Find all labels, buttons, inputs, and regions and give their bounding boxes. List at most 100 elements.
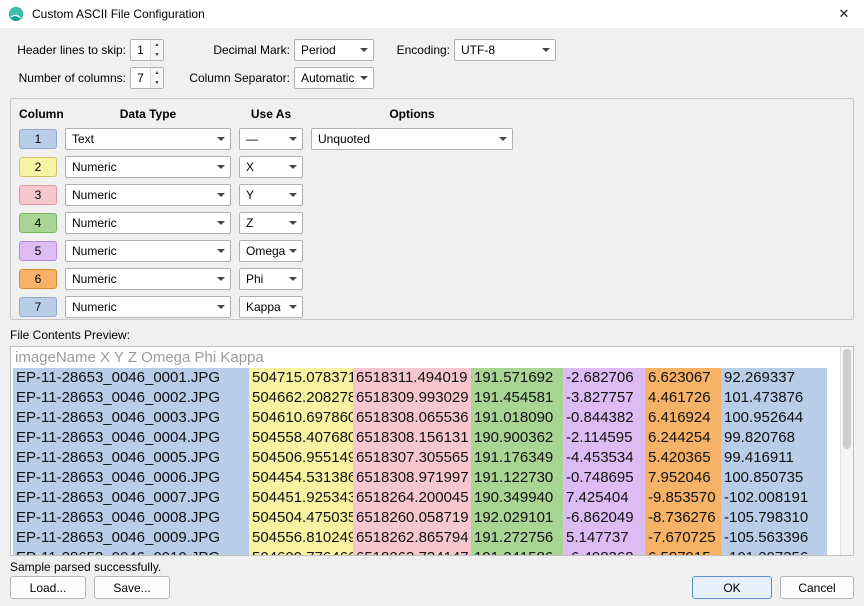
data-type-value: Numeric [72,244,117,258]
data-type-dropdown[interactable]: Numeric [65,296,231,318]
chevron-down-icon [542,48,550,52]
preview-cell: EP-11-28653_0046_0002.JPG [13,388,249,408]
preview-cell: EP-11-28653_0046_0006.JPG [13,468,249,488]
preview-cell: EP-11-28653_0046_0007.JPG [13,488,249,508]
data-type-value: Numeric [72,188,117,202]
spinner-arrows: ▲ ▼ [150,68,163,88]
use-as-value: X [246,160,254,174]
use-as-dropdown[interactable]: Y [239,184,303,206]
use-as-dropdown[interactable]: Phi [239,268,303,290]
preview-cell: -9.853570 [645,488,721,508]
preview-cell: 191.454581 [471,388,563,408]
load-button[interactable]: Load... [10,576,86,599]
options-dropdown[interactable]: Unquoted [311,128,513,150]
preview-cell: 6518308.971997 [353,468,471,488]
use-as-dropdown[interactable]: X [239,156,303,178]
spin-down-icon[interactable]: ▼ [151,78,163,88]
preview-cell: 6518311.494019 [353,368,471,388]
chevron-down-icon [289,277,297,281]
preview-cell: 6518264.200045 [353,488,471,508]
spin-down-icon[interactable]: ▼ [151,50,163,60]
preview-cell: EP-11-28653_0046_0004.JPG [13,428,249,448]
preview-row: EP-11-28653_0046_0010.JPG504609.77646665… [13,548,853,556]
file-contents-preview[interactable]: imageName X Y Z Omega Phi Kappa EP-11-28… [10,346,854,556]
preview-cell: -0.748695 [563,468,645,488]
data-type-dropdown[interactable]: Numeric [65,212,231,234]
header-lines-spinner[interactable]: 1 ▲ ▼ [130,39,164,61]
preview-cell: EP-11-28653_0046_0008.JPG [13,508,249,528]
header-lines-value: 1 [131,40,150,60]
preview-cell: EP-11-28653_0046_0005.JPG [13,448,249,468]
encoding-value: UTF-8 [461,43,495,57]
data-type-dropdown[interactable]: Numeric [65,184,231,206]
decimal-mark-dropdown[interactable]: Period [294,39,374,61]
preview-cell: -2.114595 [563,428,645,448]
preview-cell: -101.207356 [721,548,827,556]
use-as-dropdown[interactable]: Kappa [239,296,303,318]
column-separator-dropdown[interactable]: Automatic [294,67,374,89]
chevron-down-icon [217,193,225,197]
preview-label: File Contents Preview: [10,328,854,342]
preview-cell: 5.420365 [645,448,721,468]
chevron-down-icon [289,165,297,169]
num-columns-value: 7 [131,68,150,88]
preview-row: EP-11-28653_0046_0008.JPG504504.47503565… [13,508,853,528]
column-header: Column [19,107,57,121]
data-type-dropdown[interactable]: Numeric [65,156,231,178]
scrollbar-thumb[interactable] [843,349,851,449]
chevron-down-icon [217,137,225,141]
options-value: Unquoted [318,132,370,146]
preview-cell: EP-11-28653_0046_0009.JPG [13,528,249,548]
data-type-dropdown[interactable]: Numeric [65,268,231,290]
column-number-badge: 5 [19,241,57,261]
preview-cell: -4.453534 [563,448,645,468]
use-as-header: Use As [239,107,303,121]
use-as-dropdown[interactable]: — [239,128,303,150]
preview-cell: 504556.810249 [249,528,353,548]
preview-cell: 504451.925343 [249,488,353,508]
column-separator-value: Automatic [301,71,354,85]
spin-up-icon[interactable]: ▲ [151,40,163,50]
use-as-value: Y [246,188,254,202]
preview-cell: 190.900362 [471,428,563,448]
data-type-dropdown[interactable]: Numeric [65,240,231,262]
column-number-badge: 1 [19,129,57,149]
preview-cell: 100.952644 [721,408,827,428]
preview-cell: EP-11-28653_0046_0001.JPG [13,368,249,388]
preview-cell: EP-11-28653_0046_0010.JPG [13,548,249,556]
use-as-dropdown[interactable]: Omega [239,240,303,262]
columns-table-header: Column Data Type Use As Options [19,105,845,123]
decimal-mark-label: Decimal Mark: [164,43,290,57]
column-number-badge: 2 [19,157,57,177]
app-logo-icon [8,6,24,22]
preview-cell: 191.272756 [471,528,563,548]
preview-cell: 504662.208278 [249,388,353,408]
preview-cell: 101.473876 [721,388,827,408]
preview-cell: 6518263.734147 [353,548,471,556]
encoding-dropdown[interactable]: UTF-8 [454,39,556,61]
data-type-dropdown[interactable]: Text [65,128,231,150]
preview-cell: 504610.697860 [249,408,353,428]
num-columns-spinner[interactable]: 7 ▲ ▼ [130,67,164,89]
options-header: Options [311,107,513,121]
use-as-dropdown[interactable]: Z [239,212,303,234]
preview-row: EP-11-28653_0046_0002.JPG504662.20827865… [13,388,853,408]
ok-button[interactable]: OK [692,576,772,599]
preview-cell: 6.587915 [645,548,721,556]
cancel-button[interactable]: Cancel [780,576,854,599]
use-as-value: Phi [246,272,263,286]
spin-up-icon[interactable]: ▲ [151,68,163,78]
preview-cell: 6518260.058719 [353,508,471,528]
button-bar: Load... Save... OK Cancel [10,576,854,599]
close-icon[interactable]: ✕ [824,0,864,28]
preview-cell: 6518307.305565 [353,448,471,468]
encoding-label: Encoding: [374,43,450,57]
preview-cell: -0.844382 [563,408,645,428]
column-config-row: 5 Numeric Omega [19,237,845,265]
preview-scrollbar[interactable] [840,347,853,555]
preview-cell: 5.147737 [563,528,645,548]
form-row-2: Number of columns: 7 ▲ ▼ Column Separato… [10,66,854,90]
preview-row: EP-11-28653_0046_0007.JPG504451.92534365… [13,488,853,508]
save-button[interactable]: Save... [94,576,170,599]
chevron-down-icon [289,221,297,225]
